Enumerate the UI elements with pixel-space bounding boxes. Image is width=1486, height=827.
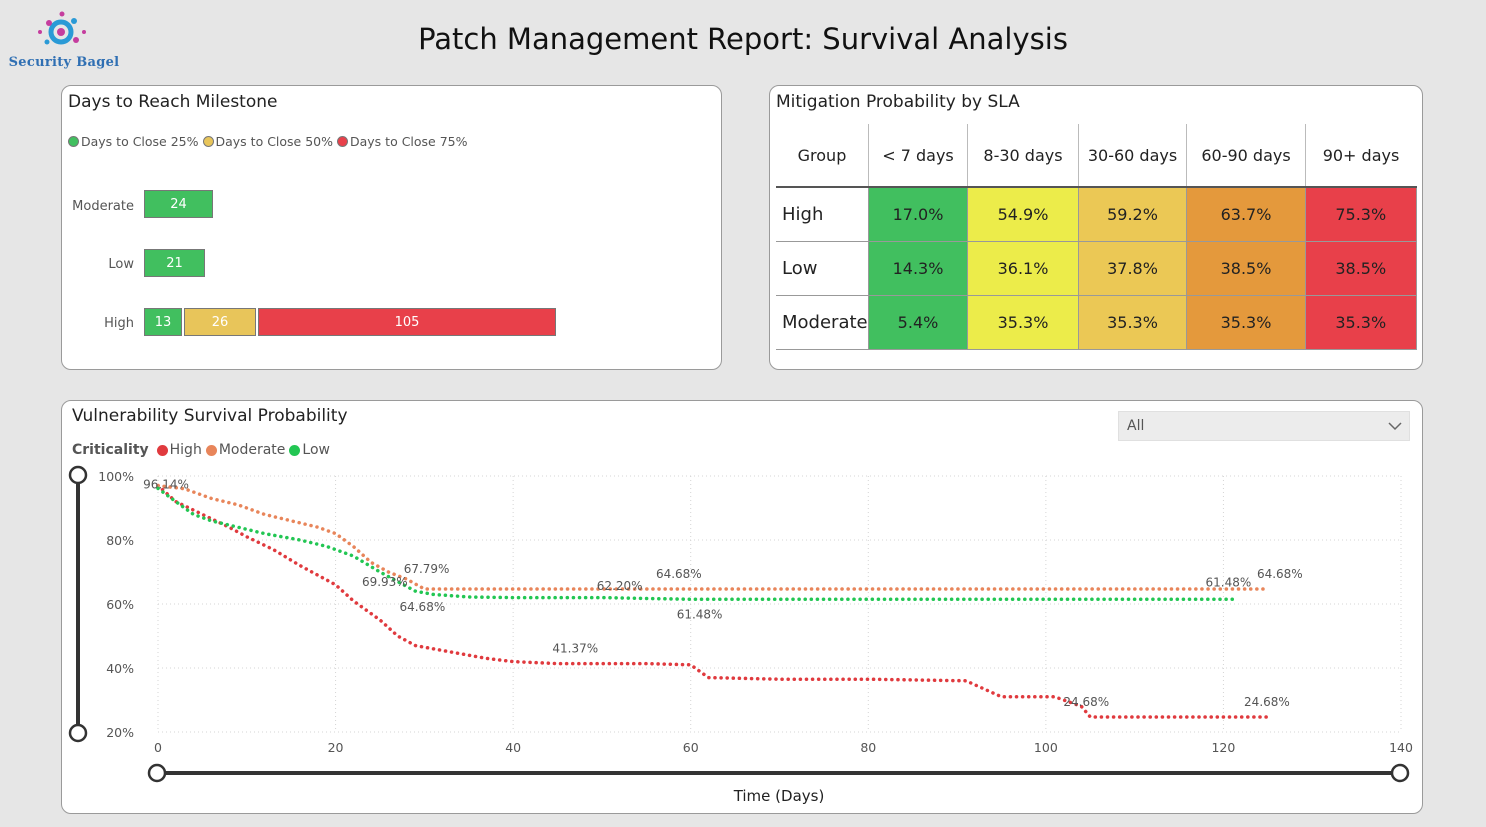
legend-item-close-25[interactable]: Days to Close 25% (68, 134, 199, 149)
x-range-slider-handle-left[interactable] (147, 763, 167, 783)
bar-high-50[interactable]: 26 (184, 308, 256, 336)
data-label: 41.37% (552, 642, 598, 656)
y-tick-label: 20% (106, 725, 134, 740)
milestone-legend: Days to Close 25% Days to Close 50% Days… (68, 134, 472, 149)
value-cell: 38.5% (1305, 241, 1417, 296)
value-cell: 17.0% (868, 187, 968, 242)
survival-card: Vulnerability Survival Probability All C… (61, 400, 1423, 814)
value-cell: 35.3% (1305, 295, 1417, 350)
series-line-moderate (156, 483, 1270, 591)
logo-text: Security Bagel (8, 55, 120, 70)
sla-card: Mitigation Probability by SLA Group < 7 … (769, 85, 1423, 370)
y-tick-label: 40% (106, 661, 134, 676)
x-range-slider-handle-right[interactable] (1390, 763, 1410, 783)
series-line-low (156, 486, 1235, 602)
group-cell: Moderate (776, 295, 869, 350)
x-tick-label: 0 (154, 740, 162, 755)
legend-dot (68, 136, 79, 147)
value-cell: 36.1% (967, 241, 1079, 296)
data-label: 67.79% (404, 562, 450, 576)
x-tick-label: 60 (683, 740, 699, 755)
x-tick-label: 20 (328, 740, 344, 755)
legend-label: Days to Close 50% (215, 134, 334, 149)
chart-series (156, 483, 1270, 719)
y-tick-label: 80% (106, 533, 134, 548)
bar-high-25[interactable]: 13 (144, 308, 182, 336)
data-label: 69.93% (362, 575, 408, 589)
chart-data-labels: 96.14% 67.79%69.93% 64.68% 62.20% 64.68% 61.4… (143, 477, 1303, 709)
legend-item-close-75[interactable]: Days to Close 75% (337, 134, 468, 149)
y-range-slider-handle-top[interactable] (68, 465, 88, 485)
data-label: 24.68% (1244, 695, 1290, 709)
value-cell: 35.3% (967, 295, 1079, 350)
x-tick-label: 140 (1389, 740, 1413, 755)
col-header-group[interactable]: Group (776, 124, 869, 188)
legend-dot (202, 136, 214, 147)
value-cell: 35.3% (1078, 295, 1187, 350)
x-tick-label: 120 (1211, 740, 1235, 755)
milestone-title: Days to Reach Milestone (68, 92, 278, 112)
row-label-moderate: Moderate (72, 199, 134, 214)
col-header-30-60[interactable]: 30-60 days (1078, 124, 1187, 188)
y-tick-label: 100% (98, 469, 134, 484)
milestone-card: Days to Reach Milestone Days to Close 25… (61, 85, 722, 370)
bar-high-75[interactable]: 105 (258, 308, 556, 336)
value-cell: 14.3% (868, 241, 968, 296)
col-header-lt7[interactable]: < 7 days (868, 124, 968, 188)
value-cell: 38.5% (1186, 241, 1306, 296)
value-cell: 75.3% (1305, 187, 1417, 242)
value-cell: 5.4% (868, 295, 968, 350)
value-cell: 37.8% (1078, 241, 1187, 296)
chart-ticks: 0 20 40 60 80 100 120 140 20% 40% 60% 80% 100% (98, 469, 1413, 755)
group-cell: Low (776, 241, 869, 296)
data-label: 62.20% (597, 579, 643, 593)
row-label-low: Low (108, 257, 134, 272)
data-label: 64.68% (1257, 567, 1303, 581)
data-label: 96.14% (143, 477, 189, 491)
data-label: 64.68% (656, 567, 702, 581)
survival-chart: 96.14% 67.79%69.93% 64.68% 62.20% 64.68% 61.4… (68, 465, 1413, 805)
value-cell: 63.7% (1186, 187, 1306, 242)
y-tick-label: 60% (106, 597, 134, 612)
series-line-high (156, 483, 1270, 719)
col-header-8-30[interactable]: 8-30 days (967, 124, 1079, 188)
sla-header-row: Group < 7 days 8-30 days 30-60 days 60-9… (776, 124, 1416, 188)
data-label: 64.68% (399, 600, 445, 614)
data-label: 61.48% (1206, 575, 1252, 589)
page-title: Patch Management Report: Survival Analys… (418, 22, 1068, 56)
bar-moderate-25[interactable]: 24 (144, 190, 213, 218)
y-range-slider-handle-bottom[interactable] (68, 723, 88, 743)
sla-table: Group < 7 days 8-30 days 30-60 days 60-9… (776, 124, 1417, 350)
sla-row-high: High 17.0% 54.9% 59.2% 63.7% 75.3% (776, 187, 1417, 242)
value-cell: 54.9% (967, 187, 1079, 242)
legend-label: Days to Close 75% (350, 134, 468, 149)
row-label-high: High (104, 316, 134, 331)
data-label: 61.48% (677, 607, 723, 621)
col-header-90plus[interactable]: 90+ days (1305, 124, 1416, 188)
legend-label: Days to Close 25% (81, 134, 199, 149)
value-cell: 35.3% (1186, 295, 1306, 350)
sla-row-moderate: Moderate 5.4% 35.3% 35.3% 35.3% 35.3% (776, 295, 1417, 350)
bar-low-25[interactable]: 21 (144, 249, 205, 277)
x-tick-label: 80 (860, 740, 876, 755)
sla-title: Mitigation Probability by SLA (776, 92, 1020, 112)
value-cell: 59.2% (1078, 187, 1187, 242)
legend-item-close-50[interactable]: Days to Close 50% (202, 134, 334, 149)
x-tick-label: 40 (505, 740, 521, 755)
x-axis-title: Time (Days) (733, 787, 825, 805)
legend-dot (337, 136, 348, 147)
sla-row-low: Low 14.3% 36.1% 37.8% 38.5% 38.5% (776, 241, 1417, 296)
chart-grid (157, 475, 1402, 733)
col-header-60-90[interactable]: 60-90 days (1186, 124, 1306, 188)
data-label: 24.68% (1063, 695, 1109, 709)
x-tick-label: 100 (1034, 740, 1058, 755)
group-cell: High (776, 187, 869, 242)
